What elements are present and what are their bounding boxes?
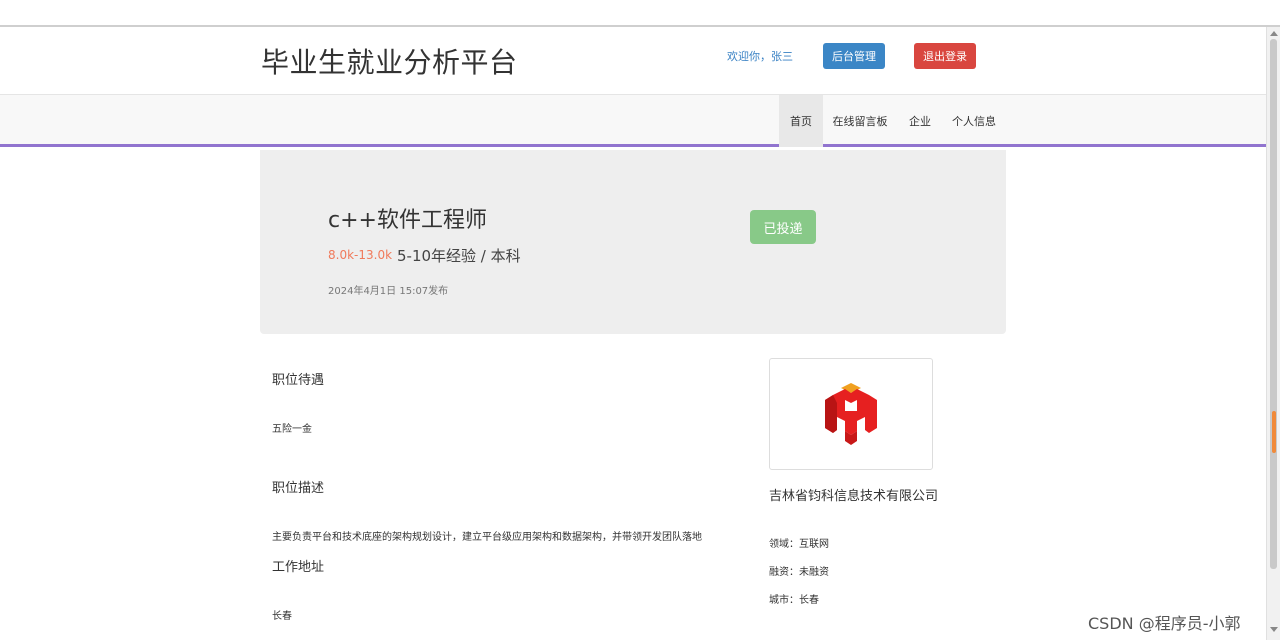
logout-button[interactable]: 退出登录 [914, 43, 976, 69]
description-text: 主要负责平台和技术底座的架构规划设计，建立平台级应用架构和数据架构，并带领开发团… [272, 532, 702, 543]
nav-item-message-board[interactable]: 在线留言板 [828, 95, 892, 147]
vertical-scrollbar[interactable] [1266, 27, 1280, 640]
company-industry: 领域：互联网 [769, 535, 829, 550]
benefits-text: 五险一金 [272, 424, 312, 435]
company-logo-card[interactable] [769, 358, 933, 470]
scroll-thumb[interactable] [1270, 39, 1277, 569]
company-city: 城市：长春 [769, 591, 819, 606]
job-title: c++软件工程师 [328, 208, 487, 233]
scroll-position-marker [1272, 411, 1276, 453]
description-heading: 职位描述 [272, 481, 325, 496]
nav-item-profile[interactable]: 个人信息 [946, 95, 1002, 147]
job-banner: c++软件工程师 8.0k-13.0k 5-10年经验 / 本科 2024年4月… [260, 150, 1006, 334]
city-value: 长春 [799, 595, 819, 606]
industry-value: 互联网 [799, 539, 829, 550]
scroll-down-arrow-icon[interactable] [1270, 627, 1278, 632]
nav-item-company[interactable]: 企业 [902, 95, 938, 147]
main-navbar: 首页 在线留言板 企业 个人信息 [0, 95, 1266, 147]
welcome-user-text[interactable]: 欢迎你，张三 [727, 48, 793, 64]
company-funding: 融资：未融资 [769, 563, 829, 578]
city-label: 城市： [769, 595, 799, 606]
nav-item-home[interactable]: 首页 [779, 95, 823, 147]
benefits-heading: 职位待遇 [272, 373, 325, 388]
industry-label: 领域： [769, 539, 799, 550]
watermark-text: CSDN @程序员-小郭 [1088, 614, 1241, 633]
address-text: 长春 [272, 611, 292, 622]
funding-label: 融资： [769, 567, 799, 578]
site-title: 毕业生就业分析平台 [261, 46, 518, 79]
page-viewport: 毕业生就业分析平台 欢迎你，张三 后台管理 退出登录 首页 在线留言板 企业 个… [0, 27, 1266, 640]
scroll-up-arrow-icon[interactable] [1270, 31, 1278, 36]
applied-status-button[interactable]: 已投递 [750, 210, 816, 244]
admin-button[interactable]: 后台管理 [823, 43, 885, 69]
job-salary: 8.0k-13.0k [328, 248, 393, 262]
job-requirements: 5-10年经验 / 本科 [397, 247, 521, 265]
company-name[interactable]: 吉林省钧科信息技术有限公司 [769, 489, 939, 505]
address-heading: 工作地址 [272, 560, 325, 575]
company-logo-icon [825, 383, 877, 445]
browser-top-strip [0, 0, 1280, 27]
job-posted-time: 2024年4月1日 15:07发布 [328, 286, 449, 297]
site-header: 毕业生就业分析平台 欢迎你，张三 后台管理 退出登录 [0, 27, 1266, 95]
funding-value: 未融资 [799, 567, 829, 578]
